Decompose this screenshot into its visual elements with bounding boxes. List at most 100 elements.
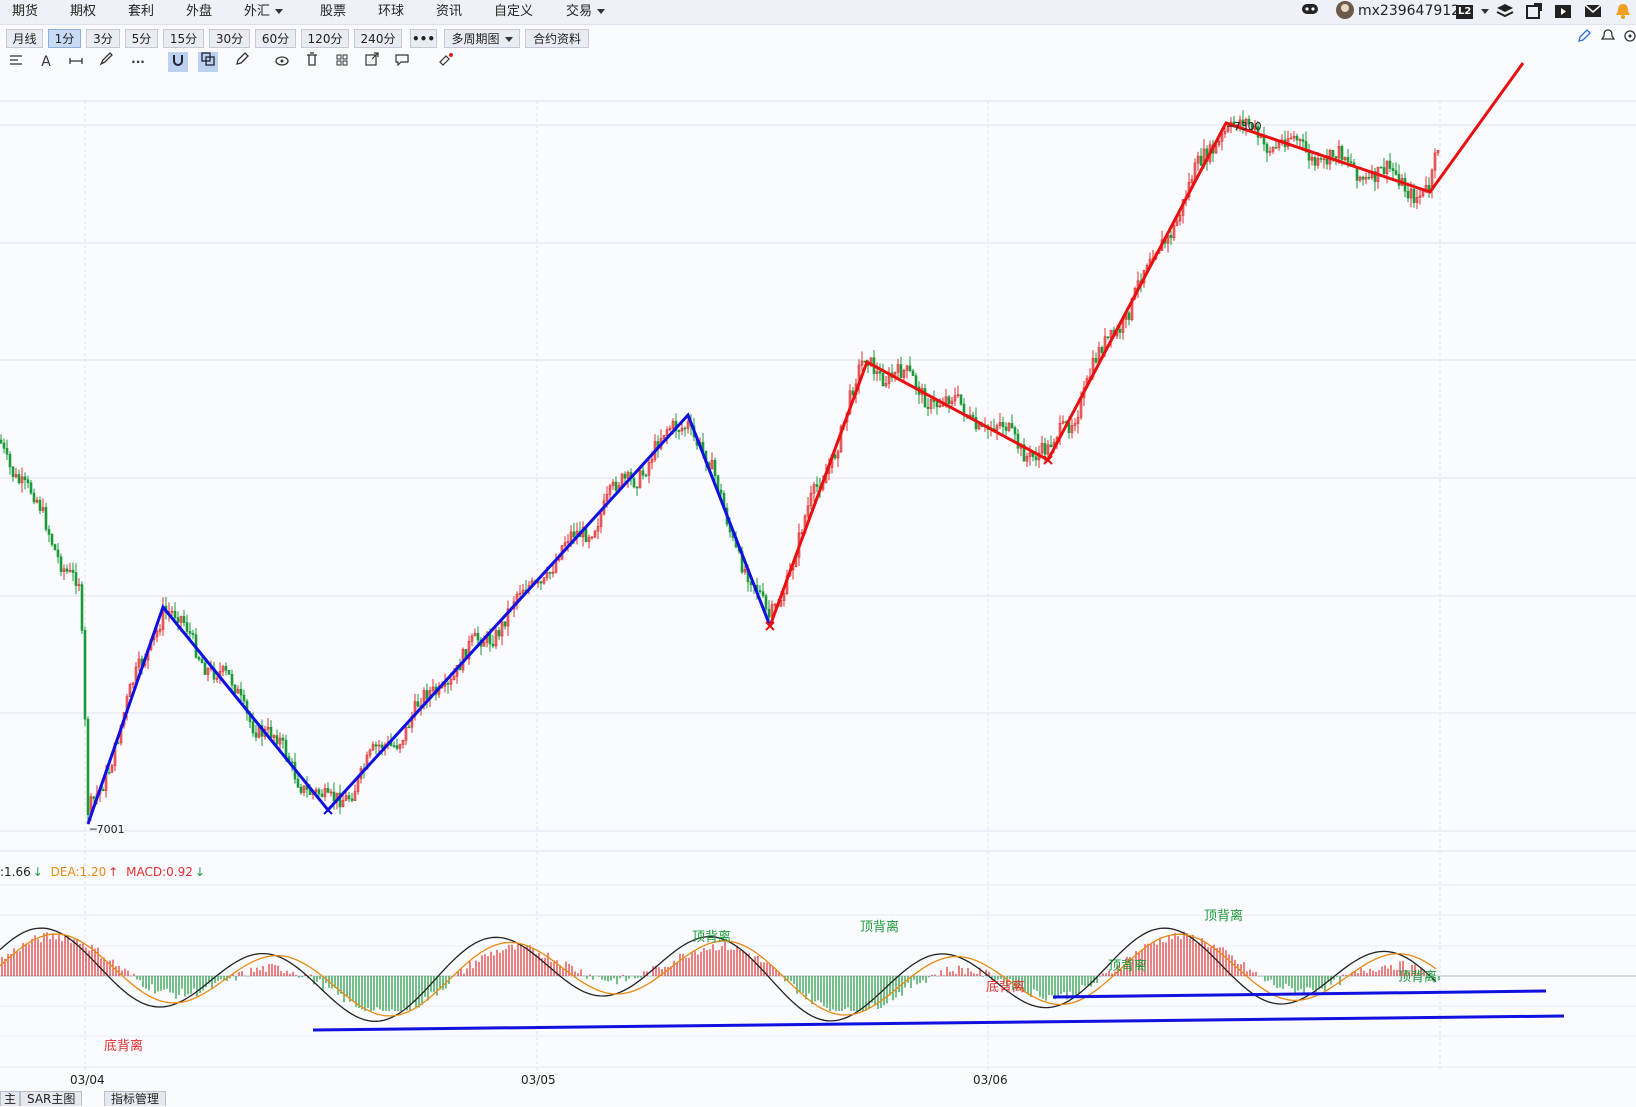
tab-indicator-management[interactable]: 指标管理 [104, 1091, 167, 1106]
candle-body [914, 375, 918, 388]
candle-body [1313, 157, 1317, 166]
candle-body [1427, 184, 1431, 191]
candle-body [200, 658, 204, 664]
up-arrow-icon: ↑ [108, 865, 119, 879]
kline-chart[interactable] [0, 0, 1636, 1106]
candle-body [254, 732, 258, 738]
x-axis-label: 03/05 [521, 1073, 556, 1087]
candle-body [1094, 358, 1098, 363]
candle-body [299, 786, 303, 793]
candle-body [350, 798, 354, 801]
candle-body [0, 439, 3, 444]
candle-body [881, 373, 885, 387]
candle-body [878, 371, 882, 374]
candle-body [1301, 139, 1305, 142]
candle-body [635, 486, 639, 489]
candle-body [74, 572, 78, 586]
candle-body [491, 643, 495, 647]
candle-body [44, 507, 48, 530]
candle-body [59, 556, 63, 572]
low-price-marker: ─7001 [90, 823, 125, 836]
candle-body [758, 590, 762, 593]
candle-body [761, 591, 765, 597]
candle-body [1049, 444, 1053, 448]
candle-body [1004, 426, 1008, 431]
candle-body [107, 771, 111, 774]
candle-body [923, 388, 927, 408]
candlesticks [0, 110, 1440, 825]
candle-body [1412, 188, 1416, 203]
candle-body [251, 721, 255, 734]
candle-body [425, 690, 429, 700]
candle-body [230, 674, 234, 686]
candle-body [317, 789, 321, 795]
candle-body [224, 666, 228, 671]
candle-body [182, 616, 186, 623]
candle-body [2, 442, 6, 449]
candle-body [374, 744, 378, 747]
x-axis-label: 03/04 [70, 1073, 105, 1087]
candle-body [1382, 167, 1386, 175]
candle-body [1100, 347, 1104, 353]
candle-body [1010, 422, 1014, 428]
chart-grid [0, 100, 1636, 1070]
candle-body [197, 656, 201, 660]
candle-body [53, 544, 57, 551]
support-line [312, 1014, 1565, 1032]
candle-body [1043, 443, 1047, 455]
candle-body [38, 499, 42, 511]
candle-body [764, 595, 768, 610]
candle-body [1394, 170, 1398, 175]
candle-body [5, 448, 9, 455]
candle-body [677, 430, 681, 432]
candle-body [8, 453, 12, 468]
candle-body [11, 466, 15, 478]
candle-body [173, 610, 177, 618]
candle-body [1295, 135, 1299, 141]
down-arrow-icon: ↓ [194, 865, 205, 879]
candle-body [548, 572, 552, 574]
candle-body [281, 737, 285, 741]
tab-sar-main-chart[interactable]: SAR主图 [20, 1091, 83, 1106]
candle-body [623, 473, 627, 479]
candle-body [641, 470, 645, 476]
candle-body [1406, 190, 1410, 199]
candle-body [86, 718, 90, 816]
candle-body [239, 688, 243, 696]
bottom-tab-bar: 主 SAR主图 指标管理 [0, 1090, 1636, 1106]
candle-body [71, 569, 75, 573]
candle-body [947, 396, 951, 405]
candle-body [1379, 166, 1383, 169]
top-divergence-label: 顶背离 [692, 930, 732, 945]
top-divergence-label: 顶背离 [1204, 909, 1244, 924]
candle-body [446, 683, 450, 685]
candle-body [1334, 156, 1338, 159]
candle-body [1127, 312, 1131, 320]
candle-body [395, 745, 399, 749]
candle-body [1388, 160, 1392, 169]
candle-body [1274, 147, 1278, 149]
bottom-divergence-label: 底背离 [986, 980, 1026, 995]
candle-body [92, 796, 96, 799]
candle-body [1346, 157, 1350, 162]
candle-body [332, 791, 336, 802]
candle-body [101, 789, 105, 791]
tab-main[interactable]: 主 [0, 1091, 21, 1106]
candle-body [539, 581, 543, 584]
candle-body [191, 633, 195, 635]
bottom-divergence-label: 底背离 [104, 1039, 144, 1054]
candle-body [416, 701, 420, 707]
candle-body [1118, 329, 1122, 333]
candle-body [275, 735, 279, 745]
candle-body [83, 630, 87, 720]
candle-body [1265, 143, 1269, 153]
candle-body [50, 534, 54, 545]
red-wave-line [768, 62, 1525, 627]
macd-legend: :1.66 ↓ DEA:1.20 ↑ MACD:0.92 ↓ [0, 865, 205, 879]
candle-body [242, 694, 246, 702]
candle-body [572, 531, 576, 538]
macd-value: MACD:0.92 [126, 865, 193, 879]
candle-body [1367, 176, 1371, 179]
candle-body [488, 633, 492, 645]
candle-body [632, 478, 636, 488]
